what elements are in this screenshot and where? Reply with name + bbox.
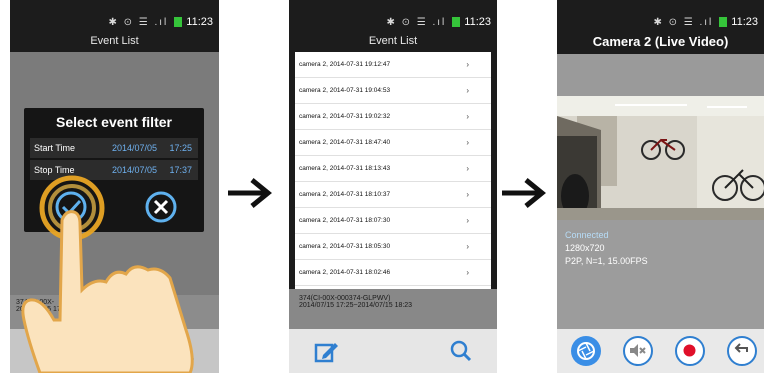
mute-button[interactable] xyxy=(623,336,653,366)
video-top-padding xyxy=(557,54,764,96)
page-title: Camera 2 (Live Video) xyxy=(592,34,729,49)
video-resolution: 1280x720 xyxy=(565,243,605,253)
page-title: Event List xyxy=(368,35,418,47)
event-label: camera 2, 2014-07-31 18:07:30 xyxy=(299,217,391,224)
status-bar: ✱ ⊙ ☰ .ıl 11:23 xyxy=(289,14,497,30)
record-button[interactable] xyxy=(675,336,705,366)
event-list-item[interactable]: camera 2, 2014-07-31 18:07:30 › xyxy=(295,208,491,234)
time-range: 2014/07/15 17:25~2014/07/15 18:23 xyxy=(299,302,413,309)
event-label: camera 2, 2014-07-31 18:05:30 xyxy=(299,243,391,250)
start-time-value[interactable]: 17:25 xyxy=(169,138,192,158)
stream-info: Connected 1280x720 P2P, N=1, 15.00FPS xyxy=(557,220,764,329)
back-button[interactable] xyxy=(727,336,757,366)
event-list-item[interactable]: camera 2, 2014-07-31 19:04:53 › xyxy=(295,78,491,104)
event-list-item[interactable]: camera 2, 2014-07-31 18:05:30 › xyxy=(295,234,491,260)
chevron-right-icon: › xyxy=(466,268,469,277)
event-list-item[interactable]: camera 2, 2014-07-31 18:47:40 › xyxy=(295,130,491,156)
chevron-right-icon: › xyxy=(466,60,469,69)
search-icon[interactable] xyxy=(449,339,473,363)
event-list: camera 2, 2014-07-31 19:12:47 › camera 2, … xyxy=(295,52,491,289)
bottom-toolbar xyxy=(289,329,497,373)
event-list-item[interactable]: camera 2, 2014-07-31 18:02:46 › xyxy=(295,260,491,286)
bottom-toolbar xyxy=(557,329,764,373)
event-list-item[interactable]: camera 2, 2014-07-31 19:12:47 › xyxy=(295,52,491,78)
chevron-right-icon: › xyxy=(466,242,469,251)
live-video-screen: ✱ ⊙ ☰ .ıl 11:23 Camera 2 (Live Video) Con… xyxy=(557,0,764,373)
dialog-title: Select event filter xyxy=(56,114,172,130)
snapshot-button[interactable] xyxy=(571,336,601,366)
camera-id: 374(CI-00X-000374-GLPWV) xyxy=(299,295,391,302)
event-list-screen: ✱ ⊙ ☰ .ıl 11:23 Event List camera 2, 2014… xyxy=(289,0,497,373)
edit-icon[interactable] xyxy=(313,339,339,365)
status-time: 11:23 xyxy=(464,16,491,28)
event-label: camera 2, 2014-07-31 19:02:32 xyxy=(299,113,391,120)
page-title: Event List xyxy=(90,35,139,47)
event-label: camera 2, 2014-07-31 18:13:43 xyxy=(299,165,391,172)
chevron-right-icon: › xyxy=(466,164,469,173)
status-bar: ✱ ⊙ ☰ .ıl 11:23 xyxy=(10,14,219,30)
battery-icon xyxy=(719,17,728,28)
live-video-view[interactable] xyxy=(557,96,764,220)
start-time-row[interactable]: Start Time 2014/07/05 17:25 xyxy=(30,138,198,158)
event-list-item[interactable]: camera 2, 2014-07-31 18:10:37 › xyxy=(295,182,491,208)
chevron-right-icon: › xyxy=(466,190,469,199)
event-label: camera 2, 2014-07-31 19:12:47 xyxy=(299,61,391,68)
status-icons: ✱ ⊙ ☰ .ıl xyxy=(386,17,447,28)
status-icons: ✱ ⊙ ☰ .ıl xyxy=(108,17,169,28)
camera-info: 374(CI-00X-000374-GLPWV) 2014/07/15 17:2… xyxy=(289,289,497,329)
battery-icon xyxy=(174,17,183,28)
mute-icon xyxy=(630,344,646,357)
garage-video-frame xyxy=(557,96,764,220)
start-date-value[interactable]: 2014/07/05 xyxy=(112,138,157,158)
tapping-hand-illustration xyxy=(21,175,194,373)
event-label: camera 2, 2014-07-31 18:02:46 xyxy=(299,269,391,276)
chevron-right-icon: › xyxy=(466,138,469,147)
chevron-right-icon: › xyxy=(466,216,469,225)
camera-shutter-icon xyxy=(577,342,595,360)
event-label: camera 2, 2014-07-31 18:10:37 xyxy=(299,191,391,198)
connection-status: Connected xyxy=(565,230,609,240)
status-time: 11:23 xyxy=(186,16,213,28)
event-label: camera 2, 2014-07-31 18:47:40 xyxy=(299,139,391,146)
status-bar: ✱ ⊙ ☰ .ıl 11:23 xyxy=(557,14,764,30)
chevron-right-icon: › xyxy=(466,86,469,95)
arrow-right-icon xyxy=(228,178,272,208)
event-label: camera 2, 2014-07-31 19:04:53 xyxy=(299,87,391,94)
event-filter-screen: ✱ ⊙ ☰ .ıl 11:23 Event List Select event f… xyxy=(10,0,219,373)
event-list-item[interactable]: camera 2, 2014-07-31 19:02:32 › xyxy=(295,104,491,130)
chevron-right-icon: › xyxy=(466,112,469,121)
status-time: 11:23 xyxy=(731,16,758,28)
arrow-right-icon xyxy=(502,178,546,208)
status-icons: ✱ ⊙ ☰ .ıl xyxy=(653,17,714,28)
start-time-label: Start Time xyxy=(34,143,76,153)
event-list-item[interactable]: camera 2, 2014-07-31 18:13:43 › xyxy=(295,156,491,182)
battery-icon xyxy=(452,17,461,28)
back-arrow-icon xyxy=(734,343,748,353)
stream-details: P2P, N=1, 15.00FPS xyxy=(565,256,648,266)
record-icon xyxy=(683,344,696,357)
